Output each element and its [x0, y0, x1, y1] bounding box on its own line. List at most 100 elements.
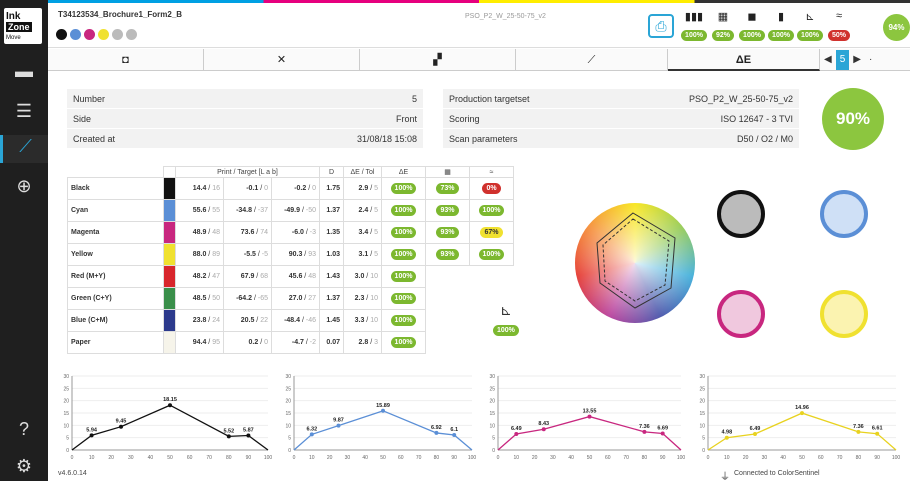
- tab-delta-e[interactable]: ΔE: [668, 49, 820, 71]
- data-point: [89, 433, 94, 438]
- ink-swatch: [163, 177, 176, 200]
- series-line: [707, 412, 897, 451]
- score-badge: 90%: [822, 88, 884, 150]
- table-row[interactable]: Magenta 48.9 / 48 73.6 / 74 -6.0 / -3 1.35 3.…: [67, 221, 514, 244]
- lab-cell: -5.5 / -5: [223, 243, 272, 266]
- table-row[interactable]: Paper 94.4 / 95 0.2 / 0 -4.7 / -2 0.07 2.8 / …: [67, 331, 514, 354]
- data-point: [226, 434, 231, 439]
- delta-e-value: 3.1: [358, 251, 369, 258]
- x-tick-label: 70: [206, 455, 212, 461]
- lab-value: 48.9: [192, 229, 207, 236]
- lab-cell: -0.2 / 0: [271, 177, 320, 200]
- tab-trapping[interactable]: ✕: [204, 49, 360, 71]
- gamut-polygon: [596, 212, 676, 309]
- lab-cell: 14.4 / 16: [175, 177, 224, 200]
- lab-cell: -4.7 / -2: [271, 331, 320, 354]
- settings-icon[interactable]: ⚙: [13, 455, 35, 477]
- ink-name: Magenta: [67, 221, 164, 244]
- data-label: 6.1: [450, 427, 458, 433]
- density-value: 1.43: [319, 265, 344, 288]
- folder-icon[interactable]: ▬: [13, 60, 35, 82]
- data-point: [753, 431, 757, 436]
- table-row[interactable]: Black 14.4 / 16 -0.1 / 0 -0.2 / 0 1.75 2.9 / …: [67, 177, 514, 200]
- info-row: Side Front: [67, 109, 423, 129]
- info-value: PSO_P2_W_25-50-75_v2: [688, 94, 793, 104]
- sidebar: Ink Zone Move ▬ ☰ ⟋ ⊕ ? ⚙: [0, 0, 48, 481]
- lab-cell: -6.0 / -3: [271, 221, 320, 244]
- reference-name: PSO_P2_W_25-50-75_v2: [465, 13, 546, 20]
- y-tick-label: 30: [489, 374, 495, 380]
- delta-e-tolerance: 5: [374, 207, 378, 214]
- delta-e-value: 3.4: [358, 229, 369, 236]
- table-row[interactable]: Green (C+Y) 48.5 / 50 -64.2 / -65 27.0 / 27…: [67, 287, 514, 310]
- next-page-button[interactable]: ▶: [849, 50, 865, 70]
- status-item: ◼ 100%: [738, 10, 766, 42]
- lab-value: -64.2: [236, 295, 253, 302]
- delta-e-cell: 2.3 / 10: [343, 287, 382, 310]
- delta-e-icon: ΔE: [381, 166, 426, 178]
- x-tick-label: 100: [264, 455, 273, 461]
- x-tick-label: 80: [226, 455, 232, 461]
- magenta-target: [713, 286, 769, 342]
- wave-score: 100%: [469, 199, 514, 222]
- x-tick-label: 10: [724, 455, 730, 461]
- lab-target: -50: [305, 207, 316, 214]
- ink-dot: [112, 29, 123, 40]
- target-icon[interactable]: ⊕: [13, 175, 35, 197]
- table-row[interactable]: Cyan 55.6 / 55 -34.8 / -37 -49.9 / -50 1.37 2…: [67, 199, 514, 222]
- data-label: 6.49: [511, 426, 522, 432]
- ink-dots: [56, 27, 140, 45]
- lab-value: -4.7: [291, 339, 304, 346]
- density-value: 1.45: [319, 309, 344, 332]
- y-tick-label: 20: [285, 399, 291, 405]
- info-label: Created at: [73, 134, 116, 144]
- delta-e-value: 2.9: [358, 185, 369, 192]
- lab-target: 24: [212, 317, 220, 324]
- page-number[interactable]: 5: [835, 50, 850, 70]
- tab-density[interactable]: ◘: [48, 49, 204, 71]
- x-tick-label: 90: [451, 455, 457, 461]
- wave-score: 67%: [469, 221, 514, 244]
- x-tick-label: 70: [837, 455, 843, 461]
- lab-value: 27.0: [288, 295, 303, 302]
- table-row[interactable]: Blue (C+M) 23.8 / 24 20.5 / 22 -48.4 / -46 1…: [67, 309, 514, 332]
- lab-target: 95: [212, 339, 220, 346]
- data-label: 6.92: [431, 425, 442, 431]
- version-label: v4.6.0.14: [58, 470, 87, 477]
- table-row[interactable]: Red (M+Y) 48.2 / 47 67.9 / 68 45.6 / 48 1.43…: [67, 265, 514, 288]
- table-row[interactable]: Yellow 88.0 / 89 -5.5 / -5 90.3 / 93 1.03 3.1…: [67, 243, 514, 266]
- info-row: Scan parameters D50 / O2 / M0: [443, 129, 799, 149]
- lab-target: -65: [257, 295, 268, 302]
- y-tick-label: 0: [492, 448, 495, 454]
- more-button[interactable]: ·: [865, 50, 876, 70]
- print-button[interactable]: ⎙: [648, 14, 674, 38]
- info-right: Production targetset PSO_P2_W_25-50-75_v2…: [443, 89, 799, 149]
- series-line: [293, 410, 473, 451]
- y-tick-label: 30: [285, 374, 291, 380]
- yellow-target: [816, 286, 872, 342]
- delta-e-tolerance: 10: [370, 317, 378, 324]
- tab-balance[interactable]: ▞: [360, 49, 516, 71]
- data-label: 4.98: [721, 430, 732, 436]
- ink-name: Paper: [67, 331, 164, 354]
- help-icon[interactable]: ?: [13, 418, 35, 440]
- ink-dot: [126, 29, 137, 40]
- prev-page-button[interactable]: ◀: [820, 50, 836, 70]
- delta-e-cell: 2.8 / 3: [343, 331, 382, 354]
- tab-bar: ◘ ✕ ▞ ⟋ ΔE: [48, 49, 910, 71]
- tvi-chart-cyan: 0 5 10 15 20 25 30 0 10 20 30 40 50 60 70 80 90 100 6.32 9.…: [285, 374, 476, 461]
- data-label: 7.36: [639, 424, 650, 430]
- status-badge: 100%: [797, 30, 823, 41]
- lab-target: 48: [212, 229, 220, 236]
- score-pill: 93%: [436, 205, 459, 216]
- y-tick-label: 20: [63, 399, 69, 405]
- chart-icon[interactable]: ⟋: [0, 135, 48, 163]
- x-tick-label: 60: [605, 455, 611, 461]
- database-icon[interactable]: ☰: [13, 100, 35, 122]
- tab-curves[interactable]: ⟋: [516, 49, 668, 71]
- logo-line-3: Move: [6, 35, 21, 41]
- status-item: ▦ 92%: [709, 10, 737, 42]
- y-tick-label: 15: [699, 411, 705, 417]
- ink-swatch: [163, 243, 176, 266]
- ink-swatch: [163, 199, 176, 222]
